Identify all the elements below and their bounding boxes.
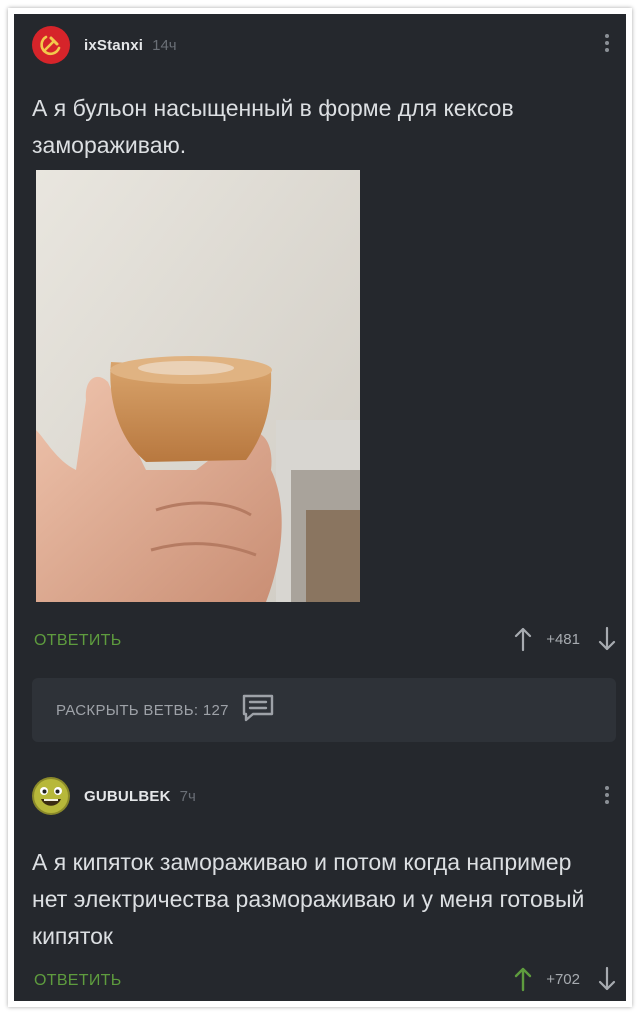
hammer-sickle-icon [40,35,61,55]
downvote-arrow-icon[interactable] [598,626,616,652]
avatar[interactable] [32,777,70,815]
more-options-icon[interactable] [604,786,610,804]
reply-button[interactable]: ОТВЕТИТЬ [34,632,122,650]
comment-header: ixStanxi 14ч [32,26,177,64]
comment-header: GUBULBEK 7ч [32,777,196,815]
upvote-arrow-icon[interactable] [514,966,532,992]
expand-thread-label: РАСКРЫТЬ ВЕТВЬ: 127 [56,701,229,719]
more-options-icon[interactable] [604,34,610,52]
vote-bar: +481 [514,626,616,652]
avatar[interactable] [32,26,70,64]
expand-thread-button[interactable]: РАСКРЫТЬ ВЕТВЬ: 127 [32,678,616,742]
username[interactable]: ixStanxi [84,37,143,54]
vote-bar: +702 [514,966,616,992]
smiley-icon [34,779,68,813]
upvote-arrow-icon[interactable] [514,626,532,652]
comment-time: 14ч [152,36,177,54]
rating: +481 [546,630,580,648]
comment-text: А я бульон насыщенный в форме для кексов… [32,95,514,158]
comment-bubble-icon [241,693,275,728]
comment-time: 7ч [179,787,196,805]
frozen-broth-photo [36,170,360,602]
comment-text: А я кипяток замораживаю и потом когда на… [32,849,585,949]
downvote-arrow-icon[interactable] [598,966,616,992]
reply-button[interactable]: ОТВЕТИТЬ [34,972,122,990]
comment-photo[interactable] [36,170,360,602]
comments-panel: ixStanxi 14ч А я бульон насыщенный в фор… [14,14,626,1001]
username[interactable]: GUBULBEK [84,788,171,805]
rating: +702 [546,970,580,988]
